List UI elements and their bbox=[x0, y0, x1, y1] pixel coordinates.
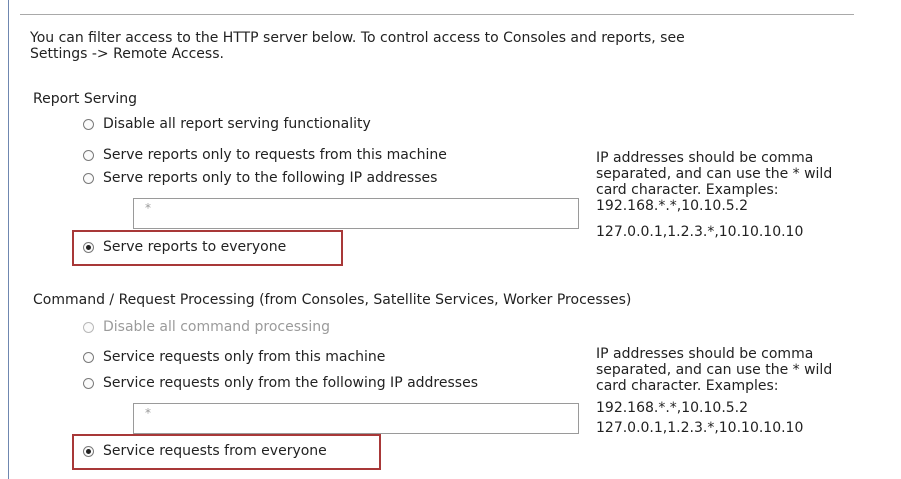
radio-label: Service requests only from this machine bbox=[103, 349, 386, 365]
radio-circle-icon bbox=[83, 321, 94, 333]
command-ip-help-line-1: IP addresses should be comma bbox=[596, 346, 814, 362]
radio-service-ip-list[interactable]: Service requests only from the following… bbox=[83, 373, 478, 393]
intro-text-line-1: You can filter access to the HTTP server… bbox=[30, 30, 685, 46]
command-ip-help-line-2: separated, and can use the * wild bbox=[596, 362, 833, 378]
radio-disable-report-serving[interactable]: Disable all report serving functionality bbox=[83, 114, 371, 134]
report-ip-help-line-2: separated, and can use the * wild bbox=[596, 166, 833, 182]
radio-service-local-only[interactable]: Service requests only from this machine bbox=[83, 347, 385, 367]
report-ip-help-line-3: card character. Examples: bbox=[596, 182, 779, 198]
radio-circle-icon bbox=[83, 149, 94, 161]
command-ip-help-line-4: 192.168.*.*,10.10.5.2 bbox=[596, 400, 749, 416]
report-ip-address-input[interactable]: * bbox=[133, 198, 579, 229]
radio-label: Service requests from everyone bbox=[103, 443, 327, 459]
radio-serve-local-only[interactable]: Serve reports only to requests from this… bbox=[83, 145, 447, 165]
radio-circle-icon bbox=[83, 172, 94, 184]
command-ip-help-line-3: card character. Examples: bbox=[596, 378, 779, 394]
intro-text-line-2: Settings -> Remote Access. bbox=[30, 46, 224, 62]
radio-circle-icon bbox=[83, 118, 94, 130]
radio-label: Disable all report serving functionality bbox=[103, 116, 371, 132]
report-ip-help-line-5: 127.0.0.1,1.2.3.*,10.10.10.10 bbox=[596, 224, 804, 240]
radio-label: Disable all command processing bbox=[103, 319, 330, 335]
radio-service-everyone[interactable]: Service requests from everyone bbox=[83, 441, 327, 461]
report-ip-help-line-1: IP addresses should be comma bbox=[596, 150, 814, 166]
radio-serve-everyone[interactable]: Serve reports to everyone bbox=[83, 237, 286, 257]
command-ip-help-line-5: 127.0.0.1,1.2.3.*,10.10.10.10 bbox=[596, 420, 804, 436]
radio-circle-icon bbox=[83, 445, 94, 457]
radio-label: Service requests only from the following… bbox=[103, 375, 478, 391]
command-processing-heading: Command / Request Processing (from Conso… bbox=[33, 292, 632, 308]
report-ip-help-line-4: 192.168.*.*,10.10.5.2 bbox=[596, 198, 749, 214]
report-serving-heading: Report Serving bbox=[33, 91, 138, 107]
radio-disable-command-processing: Disable all command processing bbox=[83, 317, 330, 337]
panel-left-border bbox=[8, 0, 9, 479]
radio-label: Serve reports only to the following IP a… bbox=[103, 170, 438, 186]
top-divider bbox=[20, 14, 854, 15]
radio-circle-icon bbox=[83, 351, 94, 363]
radio-label: Serve reports only to requests from this… bbox=[103, 147, 447, 163]
command-ip-address-input[interactable]: * bbox=[133, 403, 579, 434]
radio-circle-icon bbox=[83, 241, 94, 253]
radio-serve-ip-list[interactable]: Serve reports only to the following IP a… bbox=[83, 168, 437, 188]
radio-label: Serve reports to everyone bbox=[103, 239, 287, 255]
radio-circle-icon bbox=[83, 377, 94, 389]
